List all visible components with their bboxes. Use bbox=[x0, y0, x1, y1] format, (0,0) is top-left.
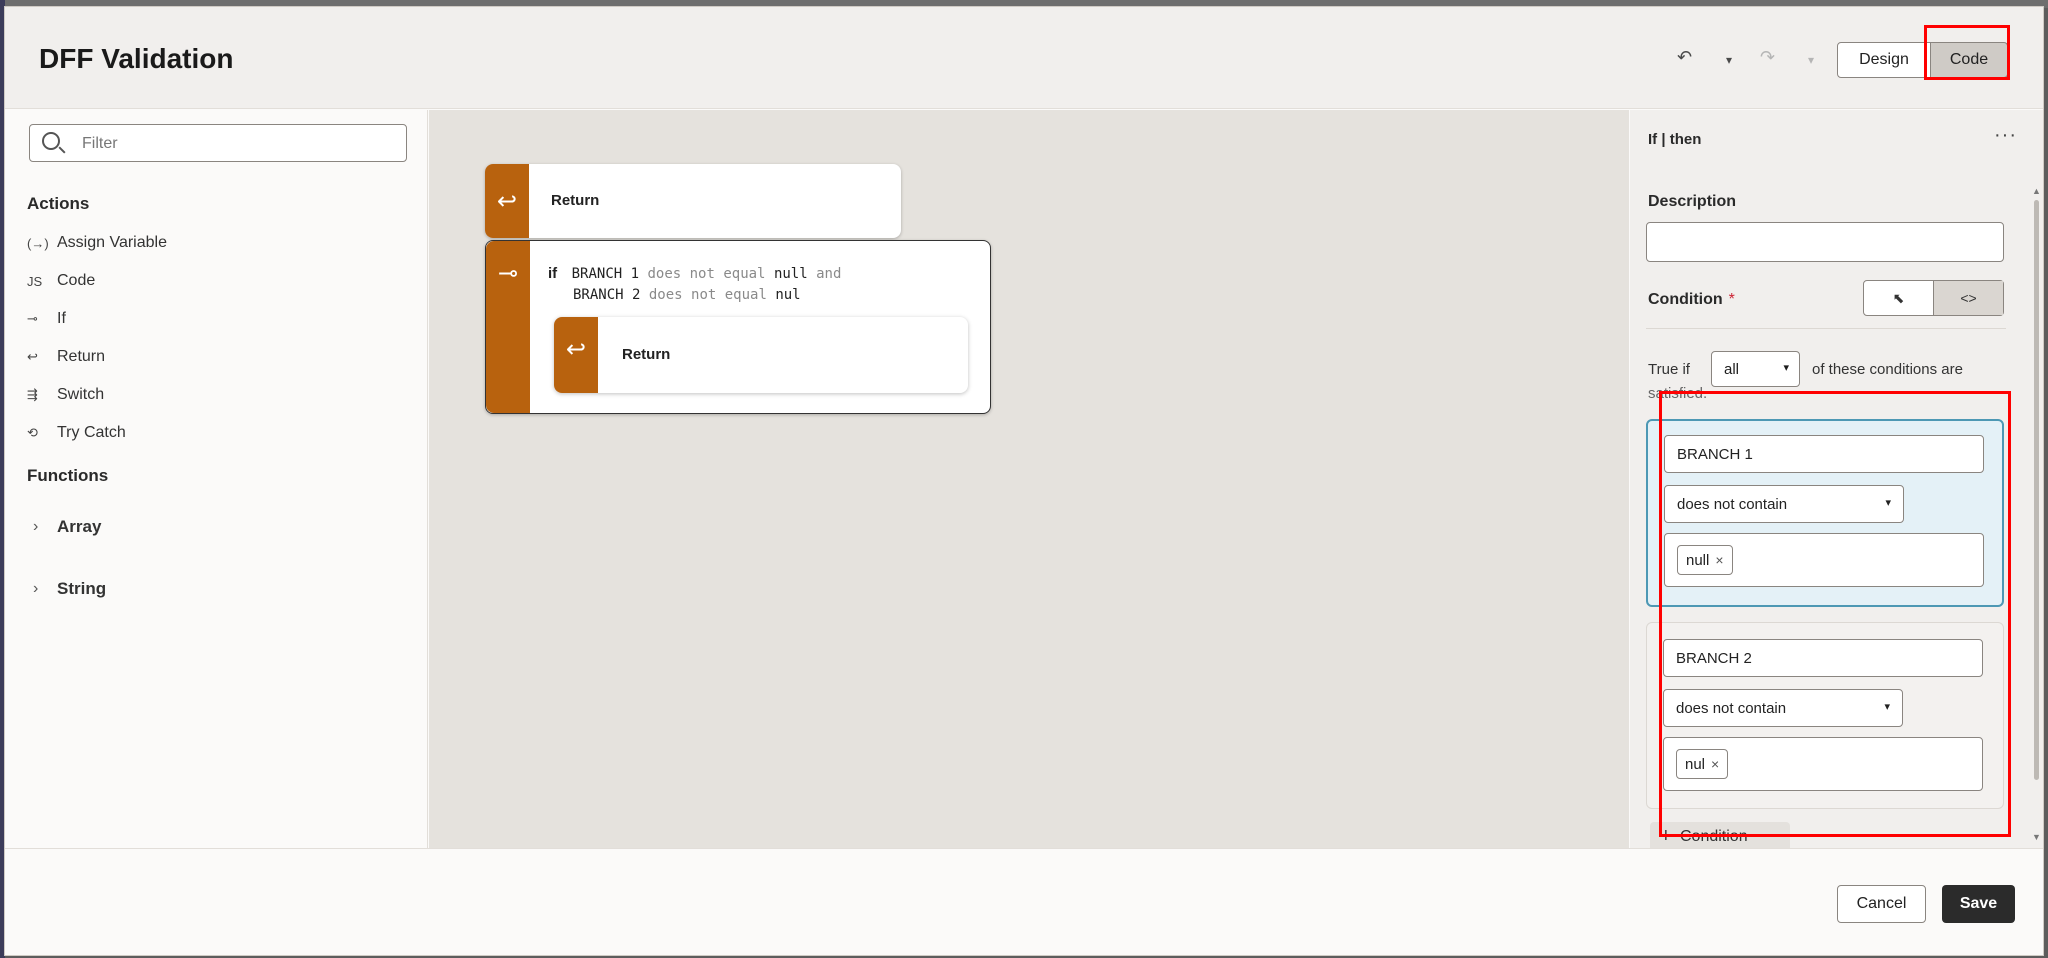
action-label: Try Catch bbox=[57, 424, 126, 441]
action-assign-variable[interactable]: (→) Assign Variable bbox=[27, 230, 167, 256]
scroll-up-icon[interactable]: ▲ bbox=[2032, 186, 2041, 196]
description-input[interactable] bbox=[1646, 222, 2004, 262]
filter-placeholder: Filter bbox=[82, 135, 118, 152]
condition-value: nul bbox=[775, 287, 801, 303]
switch-icon: ⇶ bbox=[27, 387, 38, 402]
action-if[interactable]: ⊸ If bbox=[27, 306, 66, 332]
design-view-button[interactable]: Design bbox=[1837, 42, 1931, 78]
condition-label-text: Condition bbox=[1648, 291, 1723, 308]
conditions-satisfied-text: of these conditions are bbox=[1812, 361, 1963, 378]
action-switch[interactable]: ⇶ Switch bbox=[27, 382, 104, 408]
branch-icon: ⊸ bbox=[486, 241, 530, 413]
cancel-button[interactable]: Cancel bbox=[1837, 885, 1926, 923]
functions-heading: Functions bbox=[27, 466, 109, 485]
if-node[interactable]: ⊸ if BRANCH 1 does not equal null and BR… bbox=[485, 240, 991, 414]
chevron-down-icon: ▾ bbox=[1783, 362, 1789, 374]
description-label: Description bbox=[1648, 193, 1737, 210]
action-try-catch[interactable]: ⟲ Try Catch bbox=[27, 420, 126, 446]
condition-join: and bbox=[816, 266, 842, 282]
action-label: Assign Variable bbox=[57, 234, 167, 251]
redo-menu-chevron-icon[interactable]: ▾ bbox=[1808, 53, 1814, 67]
return-arrow-icon: ↩ bbox=[485, 164, 529, 238]
actions-palette: Filter Actions (→) Assign Variable JS Co… bbox=[5, 110, 428, 848]
dialog-title: DFF Validation bbox=[39, 43, 234, 74]
scroll-down-icon[interactable]: ▼ bbox=[2032, 832, 2041, 842]
undo-icon[interactable]: ↶ bbox=[1677, 47, 1692, 68]
undo-menu-chevron-icon[interactable]: ▾ bbox=[1726, 53, 1732, 67]
pointer-icon[interactable]: ⬉ bbox=[1864, 281, 1933, 315]
true-if-text: True if bbox=[1648, 361, 1690, 378]
nested-return-node[interactable]: ↩ Return bbox=[554, 317, 968, 393]
function-group-string[interactable]: › String bbox=[33, 576, 106, 602]
chevron-right-icon: › bbox=[33, 580, 39, 597]
return-node[interactable]: ↩ Return bbox=[485, 164, 901, 238]
condition-operator: does not equal bbox=[647, 266, 766, 282]
return-arrow-icon: ↩ bbox=[27, 349, 38, 364]
divider bbox=[1646, 328, 2006, 329]
condition-label: Condition * bbox=[1648, 291, 1735, 309]
conditions-highlight bbox=[1659, 391, 2011, 837]
actions-heading: Actions bbox=[27, 194, 90, 213]
action-code[interactable]: JS Code bbox=[27, 268, 95, 294]
try-catch-icon: ⟲ bbox=[27, 425, 38, 440]
condition-value: null bbox=[773, 266, 808, 282]
if-condition-line-2: BRANCH 2 does not equal nul bbox=[573, 287, 801, 303]
required-marker: * bbox=[1728, 291, 1735, 308]
group-label: String bbox=[57, 579, 107, 598]
scrollbar-thumb[interactable] bbox=[2034, 200, 2039, 780]
action-label: Code bbox=[57, 272, 96, 289]
branch-icon: ⊸ bbox=[27, 311, 38, 326]
js-code-icon: JS bbox=[27, 273, 43, 289]
redo-icon[interactable]: ↷ bbox=[1760, 47, 1775, 68]
return-node-label: Return bbox=[622, 346, 671, 363]
panel-title: If | then bbox=[1648, 131, 1702, 148]
match-mode-value: all bbox=[1724, 361, 1740, 378]
filter-input[interactable]: Filter bbox=[29, 124, 407, 162]
condition-field: BRANCH 2 bbox=[573, 287, 641, 303]
more-options-icon[interactable]: ··· bbox=[1994, 124, 2017, 147]
return-arrow-icon: ↩ bbox=[554, 317, 598, 393]
action-label: If bbox=[57, 310, 66, 327]
flow-canvas[interactable]: ↩ Return ⊸ if BRANCH 1 does not equal nu… bbox=[429, 110, 1629, 848]
if-keyword: if bbox=[548, 265, 558, 282]
action-return[interactable]: ↩ Return bbox=[27, 344, 105, 370]
return-node-label: Return bbox=[551, 192, 600, 209]
code-button-highlight bbox=[1924, 25, 2010, 80]
match-mode-select[interactable]: all ▾ bbox=[1711, 351, 1800, 387]
condition-field: BRANCH 1 bbox=[571, 266, 640, 282]
assign-variable-icon: (→) bbox=[27, 235, 49, 251]
if-condition-line-1: if BRANCH 1 does not equal null and bbox=[548, 265, 841, 282]
action-label: Return bbox=[57, 348, 106, 365]
action-label: Switch bbox=[57, 386, 105, 403]
condition-operator: does not equal bbox=[648, 287, 767, 303]
function-group-array[interactable]: › Array bbox=[33, 514, 101, 540]
save-button[interactable]: Save bbox=[1942, 885, 2015, 923]
condition-mode-toggle[interactable]: ⬉ <> bbox=[1863, 280, 2004, 316]
dialog-header: DFF Validation ↶ ▾ ↷ ▾ Design Code bbox=[5, 7, 2043, 109]
search-icon bbox=[42, 132, 60, 150]
dialog-footer: Cancel Save bbox=[5, 848, 2043, 955]
chevron-right-icon: › bbox=[33, 518, 39, 535]
code-icon[interactable]: <> bbox=[1933, 281, 2003, 315]
group-label: Array bbox=[57, 517, 102, 536]
